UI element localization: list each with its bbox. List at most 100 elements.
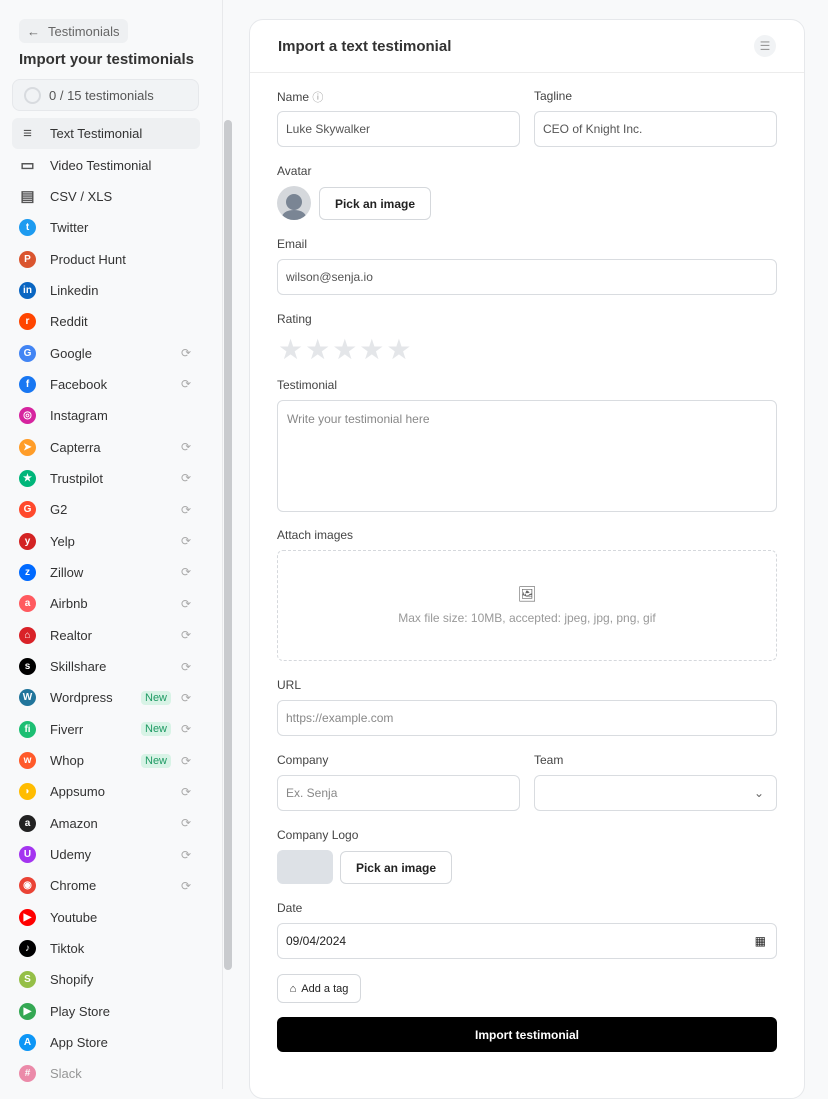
- realtor-icon: ⌂: [19, 626, 36, 644]
- sidebar-item-label: Capterra: [50, 439, 101, 455]
- sync-icon: ⟳: [181, 534, 192, 549]
- sidebar-item-amazon[interactable]: a Amazon ⟳: [12, 808, 200, 839]
- sidebar-item-play-store[interactable]: ▶ Play Store: [12, 996, 200, 1027]
- skillshare-icon: s: [19, 658, 36, 676]
- team-label: Team: [534, 753, 564, 767]
- pick-avatar-button[interactable]: Pick an image: [319, 187, 431, 220]
- sidebar-divider: [222, 0, 223, 1089]
- sidebar-item-fiverr[interactable]: fi Fiverr New ⟳: [12, 714, 200, 745]
- sync-icon: ⟳: [181, 753, 192, 768]
- sidebar-item-csv-xls[interactable]: ▤ CSV / XLS: [12, 181, 200, 212]
- udemy-icon: U: [19, 846, 36, 864]
- add-tag-button[interactable]: ⌂ Add a tag: [277, 974, 361, 1003]
- sidebar-item-video-testimonial[interactable]: ▭ Video Testimonial: [12, 149, 200, 180]
- instagram-icon: ◎: [19, 407, 36, 425]
- sidebar-item-label: Video Testimonial: [50, 157, 152, 173]
- testimonial-textarea[interactable]: Write your testimonial here: [277, 400, 777, 512]
- sidebar-item-youtube[interactable]: ▶ Youtube: [12, 902, 200, 933]
- sync-icon: ⟳: [181, 659, 192, 674]
- sidebar-item-label: Amazon: [50, 815, 98, 831]
- file-icon: ▤: [20, 188, 35, 206]
- amazon-icon: a: [19, 814, 36, 832]
- yelp-icon: y: [19, 532, 36, 550]
- sidebar-item-airbnb[interactable]: a Airbnb ⟳: [12, 588, 200, 619]
- sidebar-item-label: Shopify: [50, 972, 94, 988]
- appsumo-icon: ◗: [19, 783, 36, 801]
- arrow-left-icon: ←: [27, 23, 40, 39]
- url-input[interactable]: https://example.com: [277, 700, 777, 736]
- sidebar-item-text-testimonial[interactable]: ≡ Text Testimonial: [12, 118, 200, 150]
- sync-icon: ⟳: [181, 784, 192, 799]
- sync-icon: ⟳: [181, 502, 192, 517]
- sync-icon: ⟳: [181, 628, 192, 643]
- sidebar-item-wordpress[interactable]: W Wordpress New ⟳: [12, 682, 200, 713]
- sidebar-item-trustpilot[interactable]: ★ Trustpilot ⟳: [12, 463, 200, 494]
- zillow-icon: z: [19, 563, 36, 581]
- calendar-icon[interactable]: ▦: [755, 934, 766, 948]
- image-dropzone[interactable]: 🖼 Max file size: 10MB, accepted: jpeg, jp…: [277, 550, 777, 661]
- back-button[interactable]: ← Testimonials: [19, 19, 128, 43]
- url-label: URL: [277, 678, 302, 692]
- company-input[interactable]: Ex. Senja: [277, 775, 520, 811]
- sidebar-item-label: App Store: [50, 1035, 108, 1051]
- testimonial-label: Testimonial: [277, 378, 338, 392]
- team-select[interactable]: ⌄: [534, 775, 777, 811]
- sidebar-item-chrome[interactable]: ◉ Chrome ⟳: [12, 870, 200, 901]
- sidebar-item-label: Realtor: [50, 627, 92, 643]
- sidebar-item-product-hunt[interactable]: P Product Hunt: [12, 243, 200, 274]
- sidebar-item-skillshare[interactable]: s Skillshare ⟳: [12, 651, 200, 682]
- date-input[interactable]: 09/04/2024 ▦: [277, 923, 777, 959]
- sidebar-item-yelp[interactable]: y Yelp ⟳: [12, 525, 200, 556]
- lines-icon: ≡: [23, 125, 32, 143]
- sync-icon: ⟳: [181, 690, 192, 705]
- attach-label: Attach images: [277, 528, 354, 542]
- linkedin-icon: in: [19, 281, 36, 299]
- sidebar-item-twitter[interactable]: t Twitter: [12, 212, 200, 243]
- sidebar-item-whop[interactable]: w Whop New ⟳: [12, 745, 200, 776]
- sidebar-item-label: Fiverr: [50, 721, 84, 737]
- sidebar-item-realtor[interactable]: ⌂ Realtor ⟳: [12, 620, 200, 651]
- help-icon[interactable]: ⓘ: [312, 92, 323, 104]
- sidebar-item-appsumo[interactable]: ◗ Appsumo ⟳: [12, 776, 200, 807]
- sidebar-item-slack[interactable]: # Slack: [12, 1058, 200, 1089]
- sidebar-item-zillow[interactable]: z Zillow ⟳: [12, 557, 200, 588]
- sync-icon: ⟳: [181, 816, 192, 831]
- whop-icon: w: [19, 752, 36, 770]
- sync-icon: ⟳: [181, 722, 192, 737]
- trustpilot-icon: ★: [19, 469, 36, 487]
- import-testimonial-button[interactable]: Import testimonial: [277, 1017, 777, 1052]
- sidebar-item-label: Linkedin: [50, 282, 99, 298]
- sidebar-scrollbar[interactable]: [224, 120, 232, 970]
- sidebar-item-tiktok[interactable]: ♪ Tiktok: [12, 933, 200, 964]
- sync-icon: ⟳: [181, 377, 192, 392]
- sidebar-item-reddit[interactable]: r Reddit: [12, 306, 200, 337]
- g2-icon: G: [19, 501, 36, 519]
- rating-stars[interactable]: ★★★★★: [278, 333, 414, 366]
- pick-logo-button[interactable]: Pick an image: [340, 851, 452, 884]
- menu-icon[interactable]: ☰: [754, 35, 776, 57]
- sidebar-item-g2[interactable]: G G2 ⟳: [12, 494, 200, 525]
- sidebar-item-label: Facebook: [50, 376, 108, 392]
- sidebar-item-label: Product Hunt: [50, 251, 126, 267]
- email-input[interactable]: wilson@senja.io: [277, 259, 777, 295]
- sidebar-item-udemy[interactable]: U Udemy ⟳: [12, 839, 200, 870]
- sidebar-item-google[interactable]: G Google ⟳: [12, 337, 200, 368]
- slack-icon: #: [19, 1065, 36, 1083]
- twitter-icon: t: [19, 219, 36, 237]
- name-input[interactable]: Luke Skywalker: [277, 111, 520, 147]
- airbnb-icon: a: [19, 595, 36, 613]
- new-badge: New: [141, 722, 172, 737]
- sidebar-item-instagram[interactable]: ◎ Instagram: [12, 400, 200, 431]
- sidebar-item-linkedin[interactable]: in Linkedin: [12, 275, 200, 306]
- sidebar-item-label: Yelp: [50, 533, 75, 549]
- sidebar-item-app-store[interactable]: A App Store: [12, 1027, 200, 1058]
- sync-icon: ⟳: [181, 565, 192, 580]
- sidebar-item-shopify[interactable]: S Shopify: [12, 964, 200, 995]
- sidebar-item-label: Google: [50, 345, 92, 361]
- sidebar-item-label: Chrome: [50, 878, 97, 894]
- sidebar-item-facebook[interactable]: f Facebook ⟳: [12, 369, 200, 400]
- new-badge: New: [141, 753, 172, 768]
- tagline-input[interactable]: CEO of Knight Inc.: [534, 111, 777, 147]
- capterra-icon: ➤: [19, 438, 36, 456]
- sidebar-item-capterra[interactable]: ➤ Capterra ⟳: [12, 431, 200, 462]
